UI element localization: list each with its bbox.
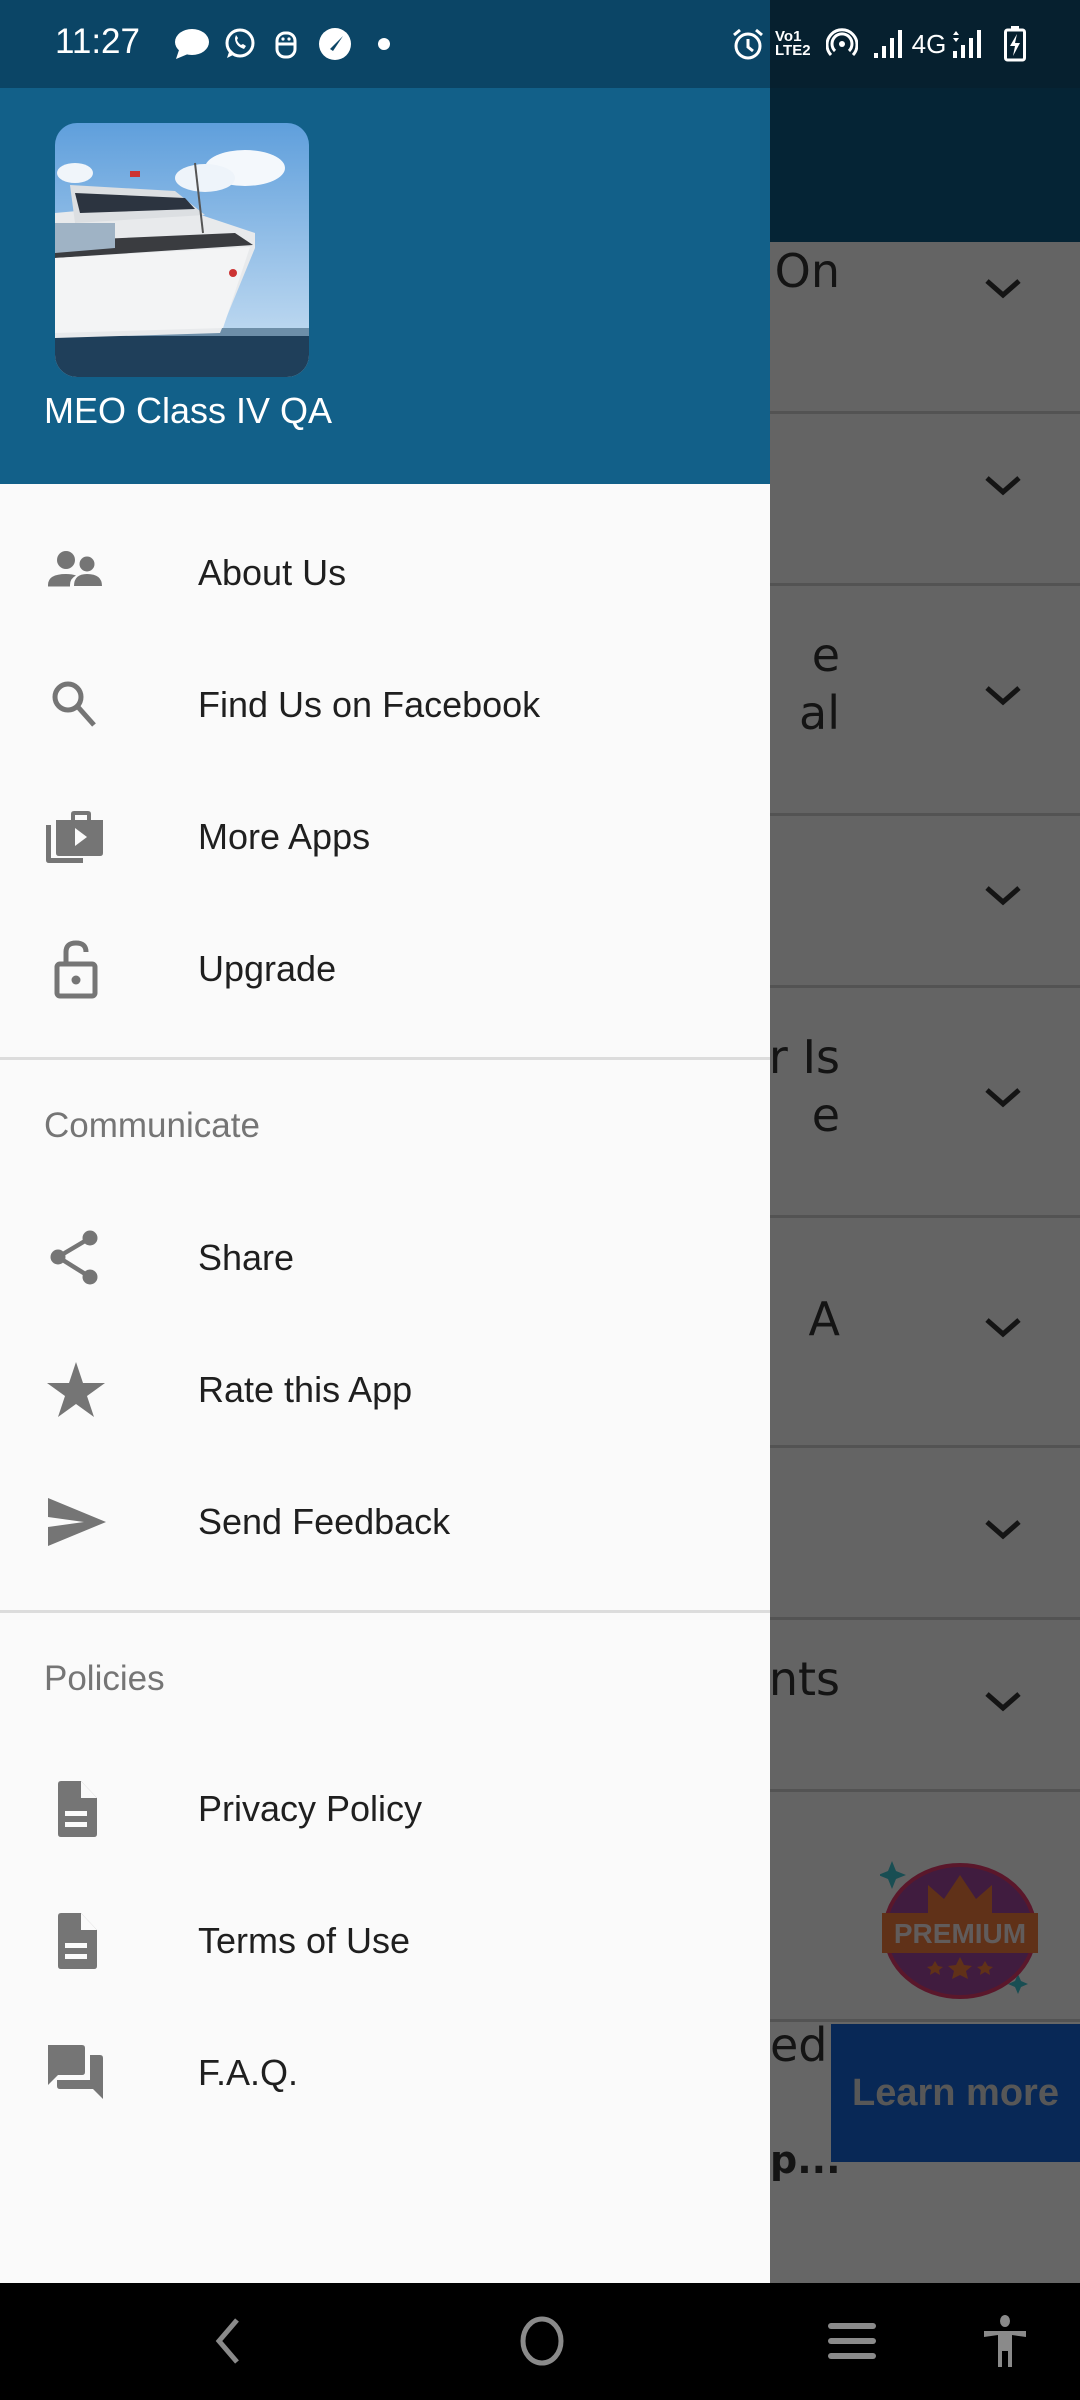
menu-item-upgrade[interactable]: Upgrade [0, 903, 770, 1035]
signal-sim2-icon [950, 26, 984, 62]
document-icon [58, 1781, 97, 1837]
people-icon [48, 551, 102, 587]
menu-item-label: Find Us on Facebook [198, 684, 541, 725]
menu-item-send-feedback[interactable]: Send Feedback [0, 1456, 770, 1588]
message-icon [172, 26, 212, 62]
forum-icon [48, 2045, 103, 2099]
alarm-icon [728, 26, 768, 62]
shop-apps-icon [46, 811, 103, 863]
share-icon [50, 1230, 98, 1285]
network-type: 4G [911, 28, 947, 59]
battery-charging-icon [998, 26, 1032, 62]
hotspot-icon [822, 26, 862, 62]
menu-item-rate-this-app[interactable]: Rate this App [0, 1324, 770, 1456]
home-icon[interactable] [510, 2311, 574, 2371]
menu-item-share[interactable]: Share [0, 1192, 770, 1324]
menu-item-more-apps[interactable]: More Apps [0, 771, 770, 903]
menu-item-label: Rate this App [198, 1369, 413, 1410]
speedometer-icon [315, 26, 355, 62]
document-icon [58, 1913, 97, 1969]
accessibility-icon[interactable] [975, 2311, 1035, 2371]
back-icon[interactable] [200, 2311, 256, 2371]
volte-icon: Vo1 LTE2 [775, 28, 811, 59]
menu-item-privacy-policy[interactable]: Privacy Policy [0, 1743, 770, 1875]
section-divider [0, 1057, 770, 1060]
menu-item-about-us[interactable]: About Us [0, 507, 770, 639]
section-title-policies: Policies [44, 1659, 165, 1698]
system-navigation-bar [0, 2283, 1080, 2400]
more-notifications-dot [372, 26, 396, 62]
app-notification-icon [270, 26, 302, 62]
menu-item-label: Terms of Use [198, 1920, 411, 1961]
search-icon [52, 681, 96, 727]
app-logo [55, 123, 309, 377]
menu-item-terms-of-use[interactable]: Terms of Use [0, 1875, 770, 2007]
section-divider [0, 1610, 770, 1613]
star-icon [47, 1362, 105, 1417]
send-icon [48, 1498, 106, 1546]
menu-item-label: About Us [198, 552, 347, 593]
cruise-ship-image [55, 123, 309, 377]
app-name: MEO Class IV QA [44, 390, 333, 431]
whatsapp-icon [220, 26, 260, 62]
menu-item-label: Upgrade [198, 948, 337, 989]
section-title-communicate: Communicate [44, 1106, 260, 1145]
menu-item-label: Send Feedback [198, 1501, 451, 1542]
lock-open-icon [54, 940, 98, 999]
menu-item-find-us-on-facebook[interactable]: Find Us on Facebook [0, 639, 770, 771]
signal-sim1-icon [872, 26, 906, 62]
navigation-drawer: MEO Class IV QA About Us Find Us on Face… [0, 88, 770, 2283]
drawer-header: MEO Class IV QA [0, 88, 770, 484]
menu-item-label: Privacy Policy [198, 1788, 423, 1829]
status-bar: 11:27 Vo1 LTE2 4G [0, 0, 1080, 88]
status-time: 11:27 [55, 22, 140, 61]
menu-item-label: More Apps [198, 816, 371, 857]
menu-item-label: F.A.Q. [198, 2052, 299, 2093]
menu-item-label: Share [198, 1237, 295, 1278]
menu-item-faq[interactable]: F.A.Q. [0, 2007, 770, 2139]
recents-icon[interactable] [820, 2311, 884, 2371]
